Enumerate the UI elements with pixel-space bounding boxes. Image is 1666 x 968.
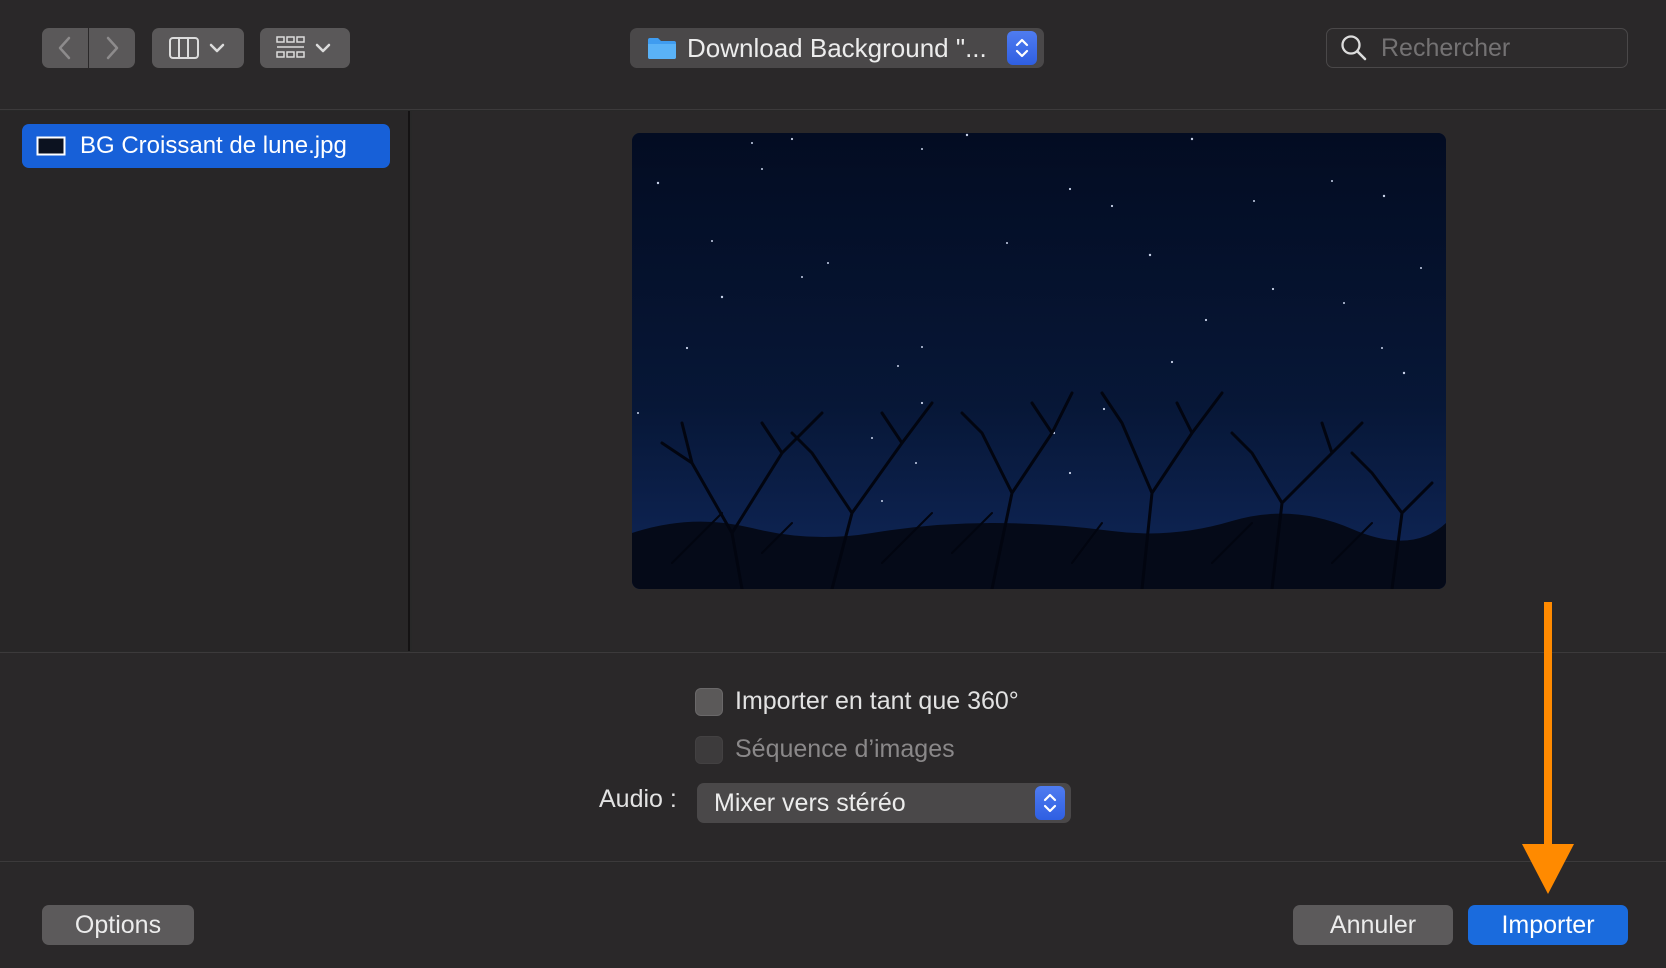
- image-preview: [632, 133, 1446, 589]
- image-sequence-checkbox: [695, 735, 723, 764]
- audio-select-value: Mixer vers stéréo: [714, 788, 906, 817]
- image-file-icon: [36, 136, 66, 156]
- folder-icon: [647, 36, 677, 60]
- column-view-button[interactable]: [152, 28, 244, 68]
- import-360-label: Importer en tant que 360°: [735, 687, 1019, 715]
- location-label: Download Background "...: [687, 32, 987, 63]
- search-icon: [1341, 35, 1367, 61]
- annotation-arrow-icon: [1522, 602, 1574, 894]
- file-name: BG Croissant de lune.jpg: [80, 132, 347, 159]
- dialog-footer: Options Annuler Importer: [0, 863, 1666, 968]
- file-list: BG Croissant de lune.jpg: [0, 111, 410, 651]
- chevron-left-icon: [58, 36, 71, 60]
- updown-chevron-icon: [1043, 793, 1057, 813]
- columns-icon: [169, 37, 225, 59]
- forward-button[interactable]: [89, 28, 135, 68]
- location-stepper[interactable]: [1007, 31, 1037, 65]
- cancel-button[interactable]: Annuler: [1293, 905, 1453, 945]
- toolbar: Download Background "... Rechercher: [0, 0, 1666, 110]
- import-button[interactable]: Importer: [1468, 905, 1628, 945]
- grid-icon: [276, 36, 331, 58]
- updown-chevron-icon: [1015, 38, 1029, 58]
- import-360-checkbox[interactable]: [695, 687, 723, 716]
- import-360-option: Importer en tant que 360°: [695, 687, 1019, 716]
- audio-select[interactable]: Mixer vers stéréo: [697, 783, 1071, 823]
- list-item-file[interactable]: BG Croissant de lune.jpg: [22, 124, 390, 168]
- location-popup[interactable]: Download Background "...: [630, 28, 1044, 68]
- search-placeholder: Rechercher: [1381, 33, 1511, 62]
- back-button[interactable]: [42, 28, 88, 68]
- image-sequence-option: Séquence d’images: [695, 735, 955, 764]
- search-field[interactable]: Rechercher: [1326, 28, 1628, 68]
- group-view-button[interactable]: [260, 28, 350, 68]
- image-sequence-label: Séquence d’images: [735, 735, 955, 763]
- chevron-right-icon: [106, 36, 119, 60]
- import-options: Importer en tant que 360° Séquence d’ima…: [0, 652, 1666, 862]
- audio-label: Audio :: [599, 785, 677, 813]
- audio-stepper[interactable]: [1035, 786, 1065, 820]
- options-button[interactable]: Options: [42, 905, 194, 945]
- preview-pane: [412, 111, 1666, 651]
